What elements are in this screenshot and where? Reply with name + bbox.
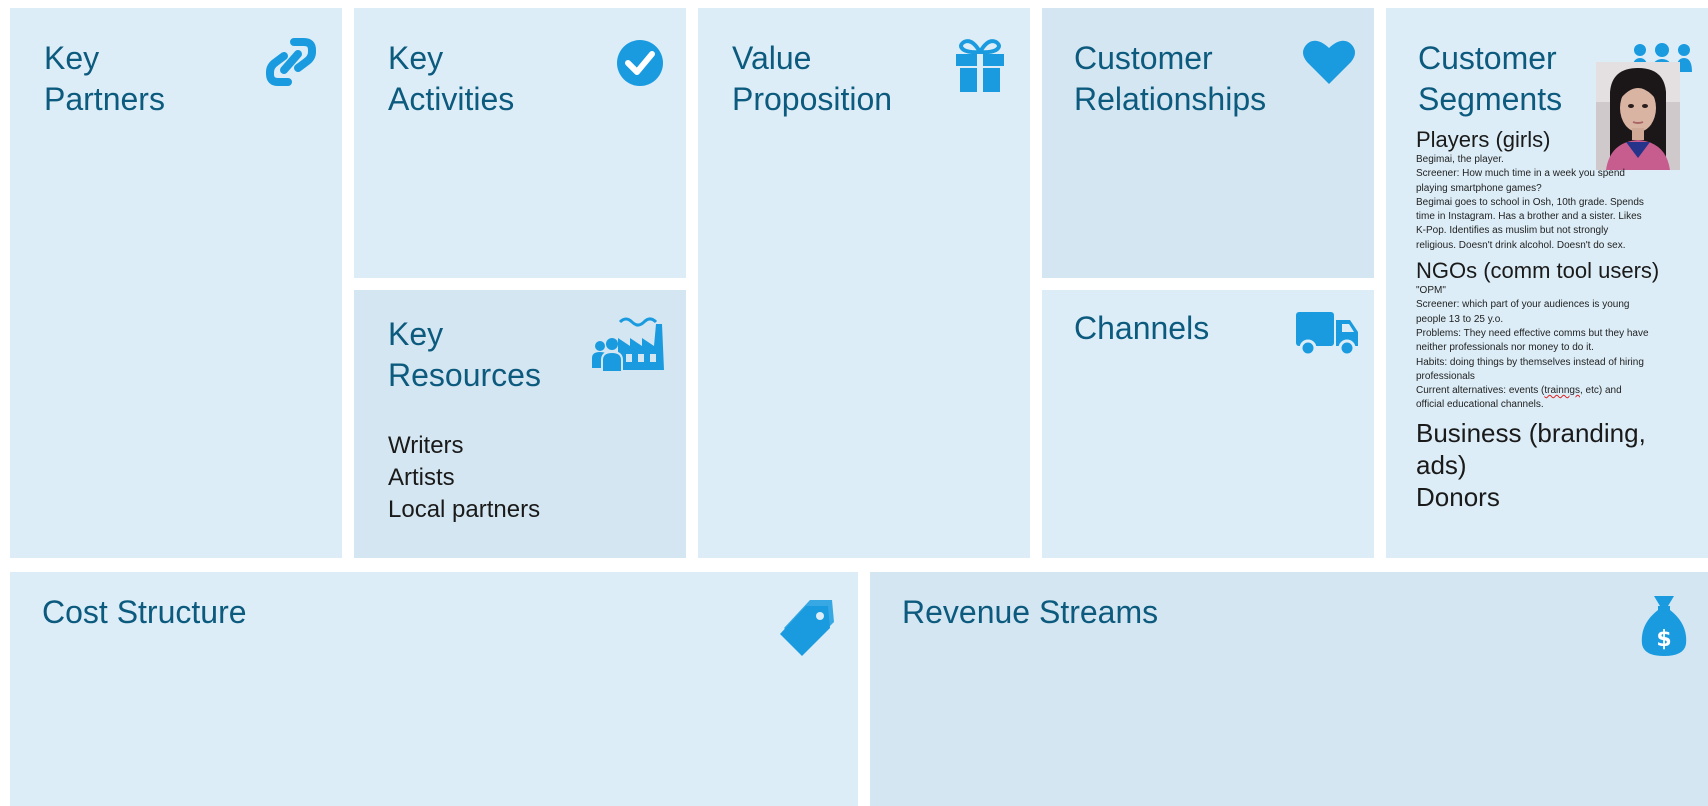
alternatives-prefix: Current alternatives: events ( [1416, 385, 1545, 397]
svg-text:$: $ [1656, 627, 1671, 652]
channels-block: Channels [1042, 290, 1374, 558]
link-icon [264, 34, 318, 90]
segment-ngos-line: professionals [1416, 370, 1475, 382]
segment-players-heading: Players (girls) [1416, 127, 1551, 152]
customer-relationships-title: Customer Relationships [1074, 38, 1266, 120]
segment-players-line: religious. Doesn't drink alcohol. Doesn'… [1416, 239, 1626, 251]
list-item: Local partners [388, 496, 541, 523]
segment-business-line1: Business (branding, [1416, 417, 1646, 448]
segment-ngos-line: people 13 to 25 y.o. [1416, 313, 1504, 325]
tags-icon [780, 598, 836, 656]
segment-ngos-line: Screener: which part of your audiences i… [1416, 299, 1630, 311]
cost-structure-block: Cost Structure [10, 572, 858, 806]
alternatives-suffix: , etc) and [1579, 385, 1622, 397]
segment-players-line: Screener: How much time in a week you sp… [1416, 168, 1625, 180]
key-partners-title: Key Partners [44, 38, 165, 120]
money-bag-icon: $ [1640, 594, 1688, 658]
check-circle-icon [616, 39, 664, 87]
value-proposition-title-line1: Value [732, 40, 812, 76]
segment-players-line: K-Pop. Identifies as muslim but not stro… [1416, 225, 1609, 237]
customer-relationships-title-line2: Relationships [1074, 81, 1267, 117]
key-activities-title-line2: Activities [388, 81, 515, 117]
key-activities-title-line1: Key [388, 40, 444, 76]
key-activities-block: Key Activities [354, 8, 686, 278]
key-partners-title-line1: Key [44, 40, 100, 76]
segment-ngos-line: neither professionals nor money to do it… [1416, 342, 1594, 354]
factory-people-icon [592, 316, 668, 372]
segments-content: Players (girls) Begimai, the player. Scr… [1416, 126, 1706, 513]
customer-segments-title: Customer Segments [1418, 38, 1562, 120]
customer-relationships-block: Customer Relationships [1042, 8, 1374, 278]
gift-icon [954, 38, 1006, 92]
segment-players-line: Begimai goes to school in Osh, 10th grad… [1416, 196, 1644, 208]
misspelled-word: trainngs [1544, 385, 1580, 397]
segment-ngos-line: Problems: They need effective comms but … [1416, 327, 1649, 339]
value-proposition-title: Value Proposition [732, 38, 892, 120]
segment-donors: Donors [1416, 481, 1500, 512]
segment-players-line: Begimai, the player. [1416, 154, 1504, 165]
heart-icon [1302, 38, 1356, 86]
key-partners-title-line2: Partners [44, 81, 165, 117]
channels-title: Channels [1074, 310, 1210, 346]
segment-business-heading: Business (branding, ads) [1416, 417, 1706, 481]
segment-ngos-heading: NGOs (comm tool users) [1416, 258, 1660, 284]
segment-players-line: time in Instagram. Has a brother and a s… [1416, 211, 1642, 223]
value-proposition-block: Value Proposition [698, 8, 1030, 558]
key-resources-list: Writers Artists Local partners [388, 430, 540, 526]
list-item: Artists [388, 464, 455, 491]
list-item: Writers [388, 432, 464, 459]
revenue-streams-title: Revenue Streams [902, 594, 1159, 630]
segment-ngos-line: official educational channels. [1416, 399, 1544, 411]
key-resources-title: Key Resources [388, 314, 541, 396]
key-resources-title-line2: Resources [388, 357, 541, 393]
customer-segments-block: Customer Segments Players (girls) Begima… [1386, 8, 1708, 558]
cost-structure-title: Cost Structure [42, 594, 247, 630]
segment-ngos-alternatives-line: Current alternatives: events (trainngs, … [1416, 384, 1706, 398]
segment-ngos-line: Habits: doing things by themselves inste… [1416, 356, 1644, 368]
truck-icon [1296, 312, 1360, 356]
value-proposition-title-line2: Proposition [732, 81, 893, 117]
key-resources-title-line1: Key [388, 316, 444, 352]
customer-relationships-title-line1: Customer [1074, 40, 1213, 76]
customer-segments-title-line2: Segments [1418, 81, 1563, 117]
segment-players-line: playing smartphone games? [1416, 182, 1542, 194]
segment-business-line2: ads) [1416, 449, 1467, 480]
revenue-streams-block: Revenue Streams $ [870, 572, 1708, 806]
key-activities-title: Key Activities [388, 38, 514, 120]
customer-segments-title-line1: Customer [1418, 40, 1557, 76]
key-resources-block: Key Resources Writers Artists Local part… [354, 290, 686, 558]
key-partners-block: Key Partners [10, 8, 342, 558]
segment-ngos-line: "OPM" [1416, 285, 1446, 297]
